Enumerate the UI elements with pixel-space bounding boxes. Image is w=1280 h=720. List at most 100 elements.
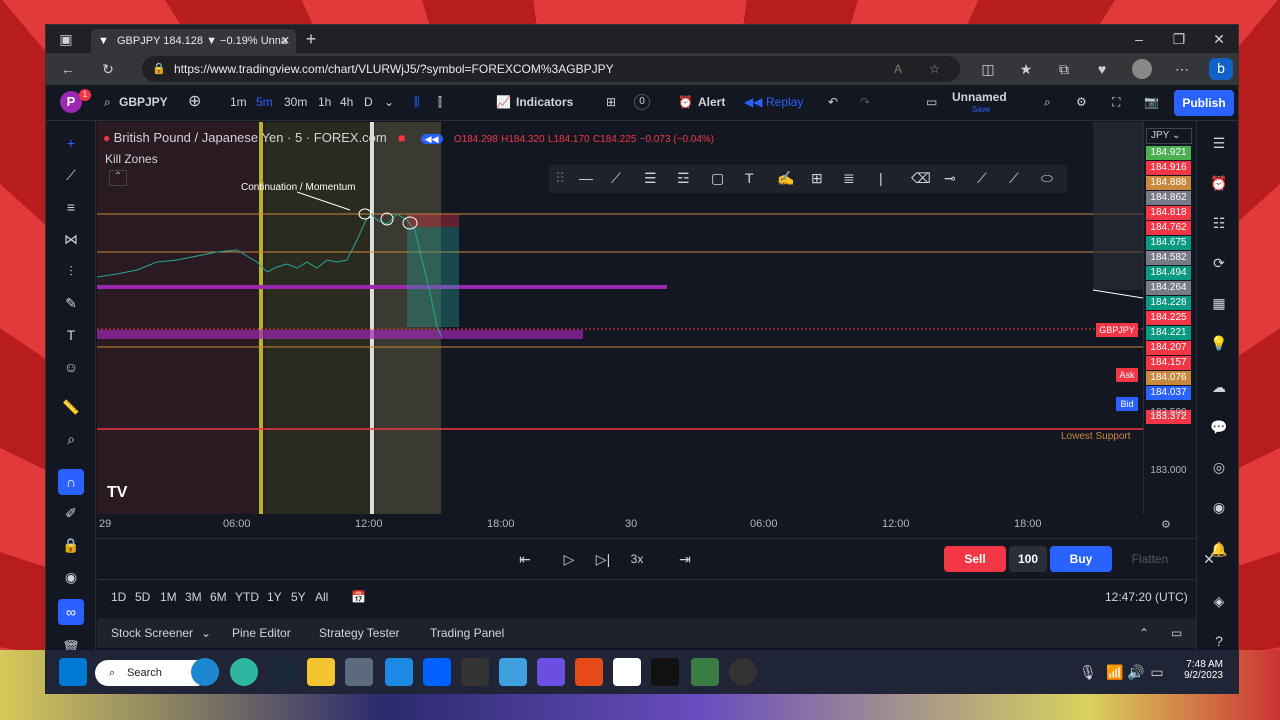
tab-pine-editor[interactable]: Pine Editor: [232, 626, 291, 640]
browser-tab[interactable]: ▼ GBPJPY 184.128 ▼ −0.19% Unna ✕: [91, 29, 296, 53]
new-tab-icon[interactable]: +: [301, 29, 321, 49]
range-1y[interactable]: 1Y: [267, 590, 282, 604]
trend-tool-icon[interactable]: ⟋: [611, 170, 621, 187]
extended-line-icon[interactable]: ⟋: [977, 170, 987, 187]
range-1m[interactable]: 1M: [160, 590, 177, 604]
sell-button[interactable]: Sell: [944, 546, 1006, 572]
profile-icon[interactable]: [1132, 59, 1152, 79]
channel-icon[interactable]: ☰: [644, 170, 657, 187]
collapse-legend-icon[interactable]: ⌃: [109, 170, 127, 186]
range-3m[interactable]: 3M: [185, 590, 202, 604]
watchlist-icon[interactable]: ☰: [1209, 133, 1229, 153]
range-1d[interactable]: 1D: [111, 590, 126, 604]
favorite-icon[interactable]: ☆: [929, 56, 940, 82]
layout-icon[interactable]: ▭: [926, 95, 937, 109]
range-ytd[interactable]: YTD: [235, 590, 259, 604]
interval-30m[interactable]: 30m: [284, 95, 307, 109]
snapshot-icon[interactable]: 📷: [1144, 95, 1159, 109]
dropbox-icon[interactable]: [423, 658, 451, 686]
redo-icon[interactable]: ↷: [860, 95, 870, 109]
vertical-line-icon[interactable]: |: [879, 170, 883, 186]
range-all[interactable]: All: [315, 590, 328, 604]
hotlist-icon[interactable]: ⟳: [1209, 253, 1229, 273]
trend-line-icon[interactable]: ⟋: [61, 165, 81, 185]
indicator-label[interactable]: Kill Zones: [105, 152, 158, 166]
stay-drawing-icon[interactable]: ✐: [61, 503, 81, 523]
tradingview-icon[interactable]: [651, 658, 679, 686]
settings-icon[interactable]: ⚙: [1076, 95, 1087, 109]
extensions-icon[interactable]: ♥: [1092, 59, 1112, 79]
quantity-field[interactable]: 100: [1009, 546, 1047, 572]
layout-name[interactable]: Unnamed: [952, 90, 1007, 104]
details-icon[interactable]: ☷: [1209, 213, 1229, 233]
search-icon[interactable]: ⌕: [104, 95, 111, 110]
folder-icon[interactable]: [307, 658, 335, 686]
battery-icon[interactable]: ▭: [1147, 662, 1167, 682]
chats-icon[interactable]: 💬: [1209, 417, 1229, 437]
drag-handle-icon[interactable]: ⠿: [555, 170, 565, 187]
close-window-icon[interactable]: ✕: [1209, 29, 1229, 49]
range-6m[interactable]: 6M: [210, 590, 227, 604]
terminal-icon[interactable]: [461, 658, 489, 686]
layers-icon[interactable]: ◈: [1209, 591, 1229, 611]
publish-button[interactable]: Publish: [1174, 90, 1234, 116]
tab-actions-icon[interactable]: ▣: [56, 29, 76, 49]
price-axis[interactable]: JPY ⌄ 184.921 184.916 184.888 184.862 184.81…: [1143, 122, 1196, 514]
pitchfork-icon[interactable]: ☲: [677, 170, 690, 187]
range-5d[interactable]: 5D: [135, 590, 150, 604]
magnet-icon[interactable]: ∩: [58, 469, 84, 495]
quick-search-icon[interactable]: ⌕: [1044, 95, 1051, 110]
lock-drawings-icon[interactable]: 🔒: [61, 535, 81, 555]
tab-strategy-tester[interactable]: Strategy Tester: [319, 626, 399, 640]
jump-start-icon[interactable]: ⇤: [515, 549, 535, 569]
play-icon[interactable]: ▷: [559, 549, 579, 569]
interval-d[interactable]: D: [364, 95, 373, 109]
prediction-icon[interactable]: ⫶: [61, 261, 81, 281]
bar-style-icon[interactable]: ⫼: [414, 95, 420, 110]
replay-icon[interactable]: ◀◀: [744, 95, 762, 109]
line-icon[interactable]: ⟋: [1009, 170, 1019, 187]
link-icon[interactable]: ∞: [58, 599, 84, 625]
zoom-icon[interactable]: ⌕: [61, 429, 81, 449]
jump-realtime-icon[interactable]: ⇥: [675, 549, 695, 569]
ray-icon[interactable]: ⊸: [944, 170, 956, 187]
volume-icon[interactable]: 🔊: [1126, 662, 1146, 682]
utc-clock[interactable]: 12:47:20 (UTC): [1105, 590, 1188, 604]
rectangle-icon[interactable]: ▢: [711, 170, 724, 187]
measure-icon[interactable]: ⊞: [811, 170, 823, 187]
interval-4h[interactable]: 4h: [340, 95, 353, 109]
app2-icon[interactable]: [691, 658, 719, 686]
horizontal-line-icon[interactable]: —: [579, 170, 593, 186]
ruler-icon[interactable]: 📏: [61, 397, 81, 417]
alert-icon[interactable]: ⏰: [678, 95, 693, 109]
legend-title[interactable]: British Pound / Japanese Yen · 5 · FOREX…: [114, 130, 387, 145]
time-axis[interactable]: 29 06:00 12:00 18:00 30 06:00 12:00 18:0…: [97, 514, 1197, 536]
mail-icon[interactable]: [385, 658, 413, 686]
shape-icon[interactable]: ⬭: [1041, 170, 1053, 187]
fullscreen-icon[interactable]: ⛶: [1112, 95, 1120, 110]
edge-dev-icon[interactable]: [230, 658, 258, 686]
notepad-icon[interactable]: [499, 658, 527, 686]
brush-icon[interactable]: ✎: [61, 293, 81, 313]
templates-icon[interactable]: ⊞: [606, 95, 616, 109]
price-chart[interactable]: ⠿ — ⟋ ☰ ☲ ▢ T ✍ ⊞ ≣ | ⌫ ⊸ ⟋ ⟋ ⬭ ● Britis…: [97, 122, 1143, 514]
streams-icon[interactable]: ☁: [1209, 377, 1229, 397]
split-icon[interactable]: ◫: [978, 59, 998, 79]
taskbar-clock[interactable]: 7:48 AM 9/2/2023: [1173, 659, 1223, 681]
mic-icon[interactable]: 🎙: [1078, 662, 1098, 682]
chevron-down-icon[interactable]: ⌄: [201, 626, 211, 640]
text-tool-icon[interactable]: T: [745, 170, 754, 186]
flatten-button[interactable]: Flatten: [1119, 546, 1181, 572]
back-icon[interactable]: ←: [58, 59, 78, 79]
settings-app-icon[interactable]: [345, 658, 373, 686]
replay-button[interactable]: Replay: [766, 95, 803, 109]
alerts-icon[interactable]: ⏰: [1209, 173, 1229, 193]
broadcast-icon[interactable]: ◎: [1209, 457, 1229, 477]
speed-control[interactable]: 3x: [627, 549, 647, 569]
undo-icon[interactable]: ↶: [828, 95, 838, 109]
minimize-icon[interactable]: –: [1129, 29, 1149, 49]
maximize-panel-icon[interactable]: ▭: [1171, 626, 1182, 640]
bing-icon[interactable]: b: [1209, 58, 1233, 80]
amazon-icon[interactable]: [613, 658, 641, 686]
brush-tool-icon[interactable]: ✍: [777, 170, 794, 187]
